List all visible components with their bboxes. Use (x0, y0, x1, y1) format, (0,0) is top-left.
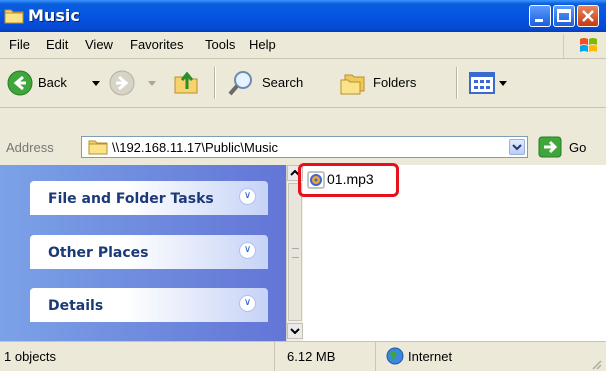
task-section-title: File and Folder Tasks (48, 191, 214, 207)
folders-icon (340, 74, 365, 95)
views-dropdown-icon (499, 81, 507, 86)
forward-arrow-icon (109, 70, 135, 96)
back-label: Back (38, 75, 67, 90)
back-dropdown-icon[interactable] (92, 81, 100, 87)
task-section-title: Details (48, 298, 104, 314)
maximize-button[interactable] (553, 5, 575, 27)
toolbar-separator (456, 67, 458, 99)
menu-view[interactable]: View (85, 37, 113, 52)
menu-edit[interactable]: Edit (46, 37, 68, 52)
address-input[interactable]: \\192.168.11.17\Public\Music (81, 136, 528, 158)
total-size: 6.12 MB (287, 349, 336, 364)
search-label: Search (262, 75, 304, 90)
task-section-title: Other Places (48, 245, 149, 261)
zone-label: Internet (408, 349, 453, 364)
scroll-grip (292, 248, 299, 258)
task-pane: File and Folder Tasks ∨ Other Places ∨ D… (0, 165, 286, 341)
status-zone-cell: Internet (376, 342, 605, 371)
windows-flag-icon (580, 38, 597, 52)
chevron-double-down-icon[interactable]: ∨ (239, 295, 256, 312)
menu-favorites[interactable]: Favorites (130, 37, 183, 52)
search-button[interactable]: Search (226, 69, 346, 97)
toolbar: Back Search Folders (0, 59, 606, 108)
back-arrow-icon (7, 70, 33, 96)
views-grid-icon (469, 72, 495, 94)
menu-tools[interactable]: Tools (205, 37, 235, 52)
folders-button[interactable]: Folders (339, 69, 449, 97)
status-size-cell: 6.12 MB (275, 342, 376, 371)
chevron-down-icon (512, 144, 522, 151)
folder-icon (4, 9, 24, 24)
windows-logo (563, 34, 606, 58)
toolbar-separator (214, 67, 216, 99)
forward-dropdown-icon[interactable] (148, 81, 156, 87)
explorer-window: Music File Edit View Favorites Tools Hel… (0, 0, 606, 371)
forward-button[interactable] (108, 69, 158, 97)
menu-help[interactable]: Help (249, 37, 276, 52)
chevron-double-down-icon[interactable]: ∨ (239, 242, 256, 259)
address-bar: Address \\192.168.11.17\Public\Music Go (0, 133, 606, 163)
scroll-thumb[interactable] (288, 183, 302, 321)
file-and-folder-tasks-header[interactable]: File and Folder Tasks ∨ (30, 181, 268, 215)
status-bar: 1 objects 6.12 MB Internet (0, 341, 606, 371)
address-dropdown-button[interactable] (509, 139, 525, 155)
go-label: Go (569, 140, 587, 155)
close-icon (582, 10, 594, 22)
folder-icon (88, 140, 108, 155)
search-icon (228, 71, 252, 96)
back-button[interactable]: Back (6, 69, 116, 97)
views-button[interactable] (467, 69, 511, 97)
other-places-header[interactable]: Other Places ∨ (30, 235, 268, 269)
scroll-down-button[interactable] (287, 323, 303, 339)
up-folder-button[interactable] (172, 67, 202, 97)
resize-grip-icon[interactable] (590, 358, 602, 370)
folders-label: Folders (373, 75, 417, 90)
title-bar[interactable]: Music (0, 0, 606, 32)
highlight-box (298, 163, 399, 197)
window-title: Music (28, 6, 80, 25)
address-value: \\192.168.11.17\Public\Music (112, 140, 278, 155)
close-button[interactable] (577, 5, 599, 27)
scroll-down-icon (290, 328, 300, 335)
minimize-icon (535, 19, 543, 22)
minimize-button[interactable] (529, 5, 551, 27)
object-count: 1 objects (4, 349, 57, 364)
go-button[interactable]: Go (538, 136, 598, 160)
menu-file[interactable]: File (9, 37, 30, 52)
chevron-double-down-icon[interactable]: ∨ (239, 188, 256, 205)
details-header[interactable]: Details ∨ (30, 288, 268, 322)
status-count-cell: 1 objects (0, 342, 275, 371)
address-label: Address (6, 140, 54, 155)
folder-up-icon (174, 71, 198, 94)
go-arrow-icon (538, 136, 562, 158)
maximize-icon (557, 9, 571, 22)
globe-icon (386, 347, 404, 365)
menu-bar: File Edit View Favorites Tools Help (0, 32, 606, 59)
